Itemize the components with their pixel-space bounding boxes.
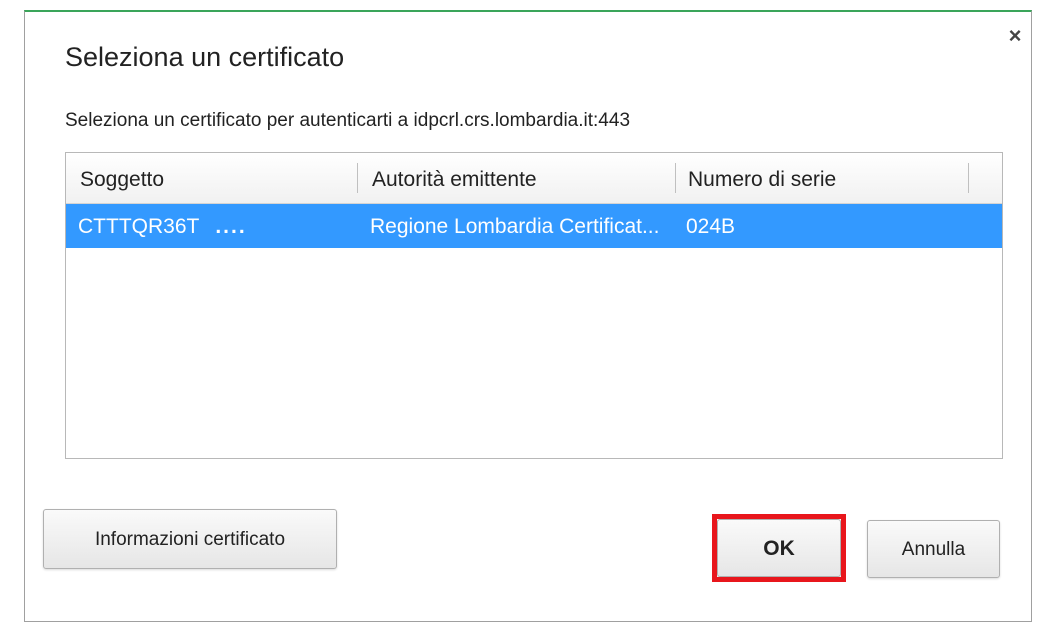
column-header-subject[interactable]: Soggetto bbox=[80, 153, 164, 203]
column-separator[interactable] bbox=[357, 163, 358, 193]
cell-issuer: Regione Lombardia Certificat... bbox=[370, 215, 660, 238]
cell-serial: 024B bbox=[686, 215, 736, 238]
cell-subject: CTTTQR36T.... bbox=[78, 204, 358, 248]
column-header-issuer[interactable]: Autorità emittente bbox=[372, 153, 537, 203]
dialog-subtitle: Seleziona un certificato per autenticart… bbox=[65, 110, 631, 131]
certificate-info-button[interactable]: Informazioni certificato bbox=[43, 509, 337, 569]
ok-button[interactable]: OK bbox=[717, 519, 841, 577]
subject-masked: .... bbox=[215, 215, 247, 238]
close-icon[interactable]: × bbox=[1003, 24, 1027, 48]
table-row-selected[interactable]: CTTTQR36T.... Regione Lombardia Certific… bbox=[66, 204, 1002, 248]
table-header: Soggetto Autorità emittente Numero di se… bbox=[66, 153, 1002, 204]
subject-value: CTTTQR36T bbox=[78, 215, 200, 238]
column-separator[interactable] bbox=[675, 163, 676, 193]
dialog-title: Seleziona un certificato bbox=[65, 42, 345, 72]
column-header-serial[interactable]: Numero di serie bbox=[688, 153, 836, 203]
certificate-table: Soggetto Autorità emittente Numero di se… bbox=[65, 152, 1003, 459]
cancel-button[interactable]: Annulla bbox=[867, 520, 1000, 578]
column-separator[interactable] bbox=[968, 163, 969, 193]
